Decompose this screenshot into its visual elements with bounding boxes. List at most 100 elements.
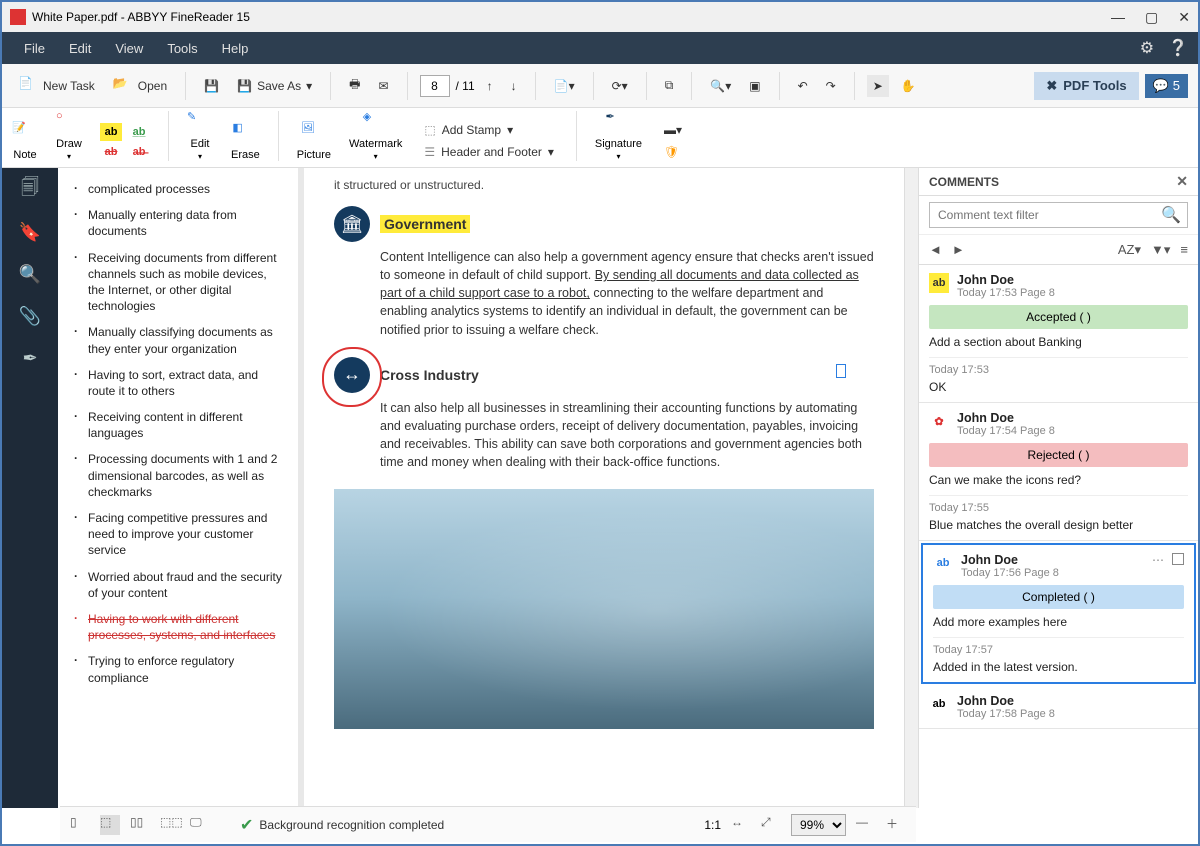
draw-tool[interactable]: ○Draw▾ xyxy=(56,110,82,161)
find-button[interactable]: 🔍▾ xyxy=(704,75,737,97)
insert-text-tool[interactable]: a̶b̶ xyxy=(128,143,150,161)
highlight-tool[interactable]: ab xyxy=(100,123,122,141)
comment-item[interactable]: ✿John DoeToday 17:54 Page 8Rejected ( )C… xyxy=(919,403,1198,541)
comment-menu-icon[interactable]: ⋯ xyxy=(1152,553,1164,567)
add-page-button[interactable]: 📄▾ xyxy=(548,75,581,97)
two-page-continuous[interactable]: ⬚⬚ xyxy=(160,815,180,835)
bullet-item: Facing competitive pressures and need to… xyxy=(78,505,286,564)
comment-time: Today 17:54 Page 8 xyxy=(957,425,1188,437)
comment-item[interactable]: abJohn DoeToday 17:56 Page 8⋯ Completed … xyxy=(921,543,1196,684)
vertical-scrollbar[interactable] xyxy=(904,168,918,808)
zoom-ratio[interactable]: 1:1 xyxy=(704,818,721,832)
menu-edit[interactable]: Edit xyxy=(57,41,103,56)
pdf-tools-button[interactable]: ✖PDF Tools xyxy=(1034,72,1138,100)
sort-button[interactable]: AZ▾ xyxy=(1118,242,1141,258)
search-panel-icon[interactable]: 🔍 xyxy=(18,262,42,286)
single-page-view[interactable]: ▯ xyxy=(70,815,90,835)
signatures-panel-icon[interactable]: ✒ xyxy=(18,346,42,370)
rotate-button[interactable]: ⟳▾ xyxy=(606,75,634,97)
zoom-in-button[interactable]: ＋ xyxy=(886,815,906,835)
close-button[interactable]: ✕ xyxy=(1178,9,1190,26)
window-title: White Paper.pdf - ABBYY FineReader 15 xyxy=(32,10,250,24)
bullets-column: complicated processesManually entering d… xyxy=(58,168,298,808)
annotate-toolbar: 📝Note ○Draw▾ ab a̲b̲ ab a̶b̶ ✎Edit▾ ◧Era… xyxy=(2,108,1198,168)
reply-time: Today 17:53 xyxy=(929,364,1188,376)
status-bar: ▯ ⬚ ▯▯ ⬚⬚ 🖵 ✔ Background recognition com… xyxy=(60,806,916,842)
settings-icon[interactable]: ⚙ xyxy=(1140,38,1154,58)
edit-tool[interactable]: ✎Edit▾ xyxy=(187,110,213,161)
pages-panel-icon[interactable]: 🗐 xyxy=(18,178,42,202)
comment-text: Can we make the icons red? xyxy=(929,473,1188,487)
header-footer-button[interactable]: ☰Header and Footer▾ xyxy=(420,143,558,161)
signature-tool[interactable]: ✒Signature▾ xyxy=(595,110,642,161)
page-view[interactable]: it structured or unstructured. 🏛 Governm… xyxy=(304,168,904,808)
zoom-select[interactable]: 99% xyxy=(791,814,846,836)
fit-width-button[interactable]: ↔ xyxy=(731,815,751,835)
underline-tool[interactable]: a̲b̲ xyxy=(128,123,150,141)
add-stamp-button[interactable]: ⬚Add Stamp▾ xyxy=(420,121,558,139)
comment-checkbox[interactable] xyxy=(1172,553,1184,565)
comments-toggle[interactable]: 💬5 xyxy=(1145,74,1188,98)
pointer-tool[interactable]: ➤ xyxy=(867,75,889,97)
strikeout-tool[interactable]: ab xyxy=(100,143,122,161)
undo-button[interactable]: ↶ xyxy=(792,75,814,97)
two-page-view[interactable]: ▯▯ xyxy=(130,815,150,835)
bookmarks-panel-icon[interactable]: 🔖 xyxy=(18,220,42,244)
crop-button[interactable]: ⧉ xyxy=(659,74,680,97)
save-button[interactable]: 💾 xyxy=(198,75,225,97)
zoom-out-button[interactable]: — xyxy=(856,815,876,835)
search-icon[interactable]: 🔍 xyxy=(1155,205,1187,225)
attachments-panel-icon[interactable]: 📎 xyxy=(18,304,42,328)
government-icon: 🏛 xyxy=(334,206,370,242)
continuous-view[interactable]: ⬚ xyxy=(100,815,120,835)
comment-item[interactable]: abJohn DoeToday 17:58 Page 8 xyxy=(919,686,1198,729)
fullscreen-view[interactable]: 🖵 xyxy=(190,815,210,835)
comment-time: Today 17:56 Page 8 xyxy=(961,567,1144,579)
comments-close-icon[interactable]: ✕ xyxy=(1176,173,1188,190)
menu-help[interactable]: Help xyxy=(210,41,261,56)
filter-button[interactable]: ▼▾ xyxy=(1151,242,1170,258)
app-logo xyxy=(10,9,26,25)
save-as-button[interactable]: 💾Save As▾ xyxy=(231,75,318,97)
comment-filter-input[interactable] xyxy=(930,208,1155,222)
open-button[interactable]: 📂Open xyxy=(107,72,173,100)
minimize-button[interactable]: — xyxy=(1111,9,1125,26)
fit-page-button[interactable]: ⤢ xyxy=(761,815,781,835)
comment-type-icon: ab xyxy=(929,694,949,714)
security-tool[interactable]: 🛡 xyxy=(660,143,686,161)
picture-tool[interactable]: 🖼Picture xyxy=(297,121,331,161)
comment-item[interactable]: abJohn DoeToday 17:53 Page 8Accepted ( )… xyxy=(919,265,1198,403)
expand-button[interactable]: ≡ xyxy=(1180,242,1188,258)
bullet-item: Trying to enforce regulatory compliance xyxy=(78,648,286,690)
document-area: complicated processesManually entering d… xyxy=(58,168,918,808)
next-comment-button[interactable]: ► xyxy=(952,242,965,257)
print-button[interactable]: 🖶 xyxy=(343,71,366,100)
page-number-input[interactable] xyxy=(420,75,450,97)
help-icon[interactable]: ❔ xyxy=(1168,38,1188,58)
new-task-button[interactable]: 📄New Task xyxy=(12,72,101,100)
prev-comment-button[interactable]: ◄ xyxy=(929,242,942,257)
comment-status: Completed ( ) xyxy=(933,585,1184,609)
ocr-button[interactable]: ▣ xyxy=(743,75,766,97)
page-up-button[interactable]: ↑ xyxy=(481,75,499,97)
email-button[interactable]: ✉ xyxy=(372,75,394,97)
menu-view[interactable]: View xyxy=(103,41,155,56)
redact-tool[interactable]: ▬▾ xyxy=(660,121,686,139)
insert-text-marker[interactable] xyxy=(836,364,846,378)
page-top-line: it structured or unstructured. xyxy=(334,178,874,192)
watermark-tool[interactable]: ◈Watermark▾ xyxy=(349,110,402,161)
erase-tool[interactable]: ◧Erase xyxy=(231,121,260,161)
menu-file[interactable]: File xyxy=(12,41,57,56)
maximize-button[interactable]: ▢ xyxy=(1145,9,1158,26)
hand-tool[interactable]: ✋ xyxy=(895,75,922,97)
comment-author: John Doe xyxy=(957,273,1188,287)
cross-industry-body: It can also help all businesses in strea… xyxy=(380,399,874,472)
redo-button[interactable]: ↷ xyxy=(820,75,842,97)
comment-type-icon: ✿ xyxy=(929,411,949,431)
menu-tools[interactable]: Tools xyxy=(155,41,209,56)
page-total: / 11 xyxy=(456,79,475,93)
page-down-button[interactable]: ↓ xyxy=(505,75,523,97)
comments-list: abJohn DoeToday 17:53 Page 8Accepted ( )… xyxy=(919,265,1198,808)
note-tool[interactable]: 📝Note xyxy=(12,121,38,161)
bullet-item: Receiving documents from dif­ferent chan… xyxy=(78,245,286,320)
